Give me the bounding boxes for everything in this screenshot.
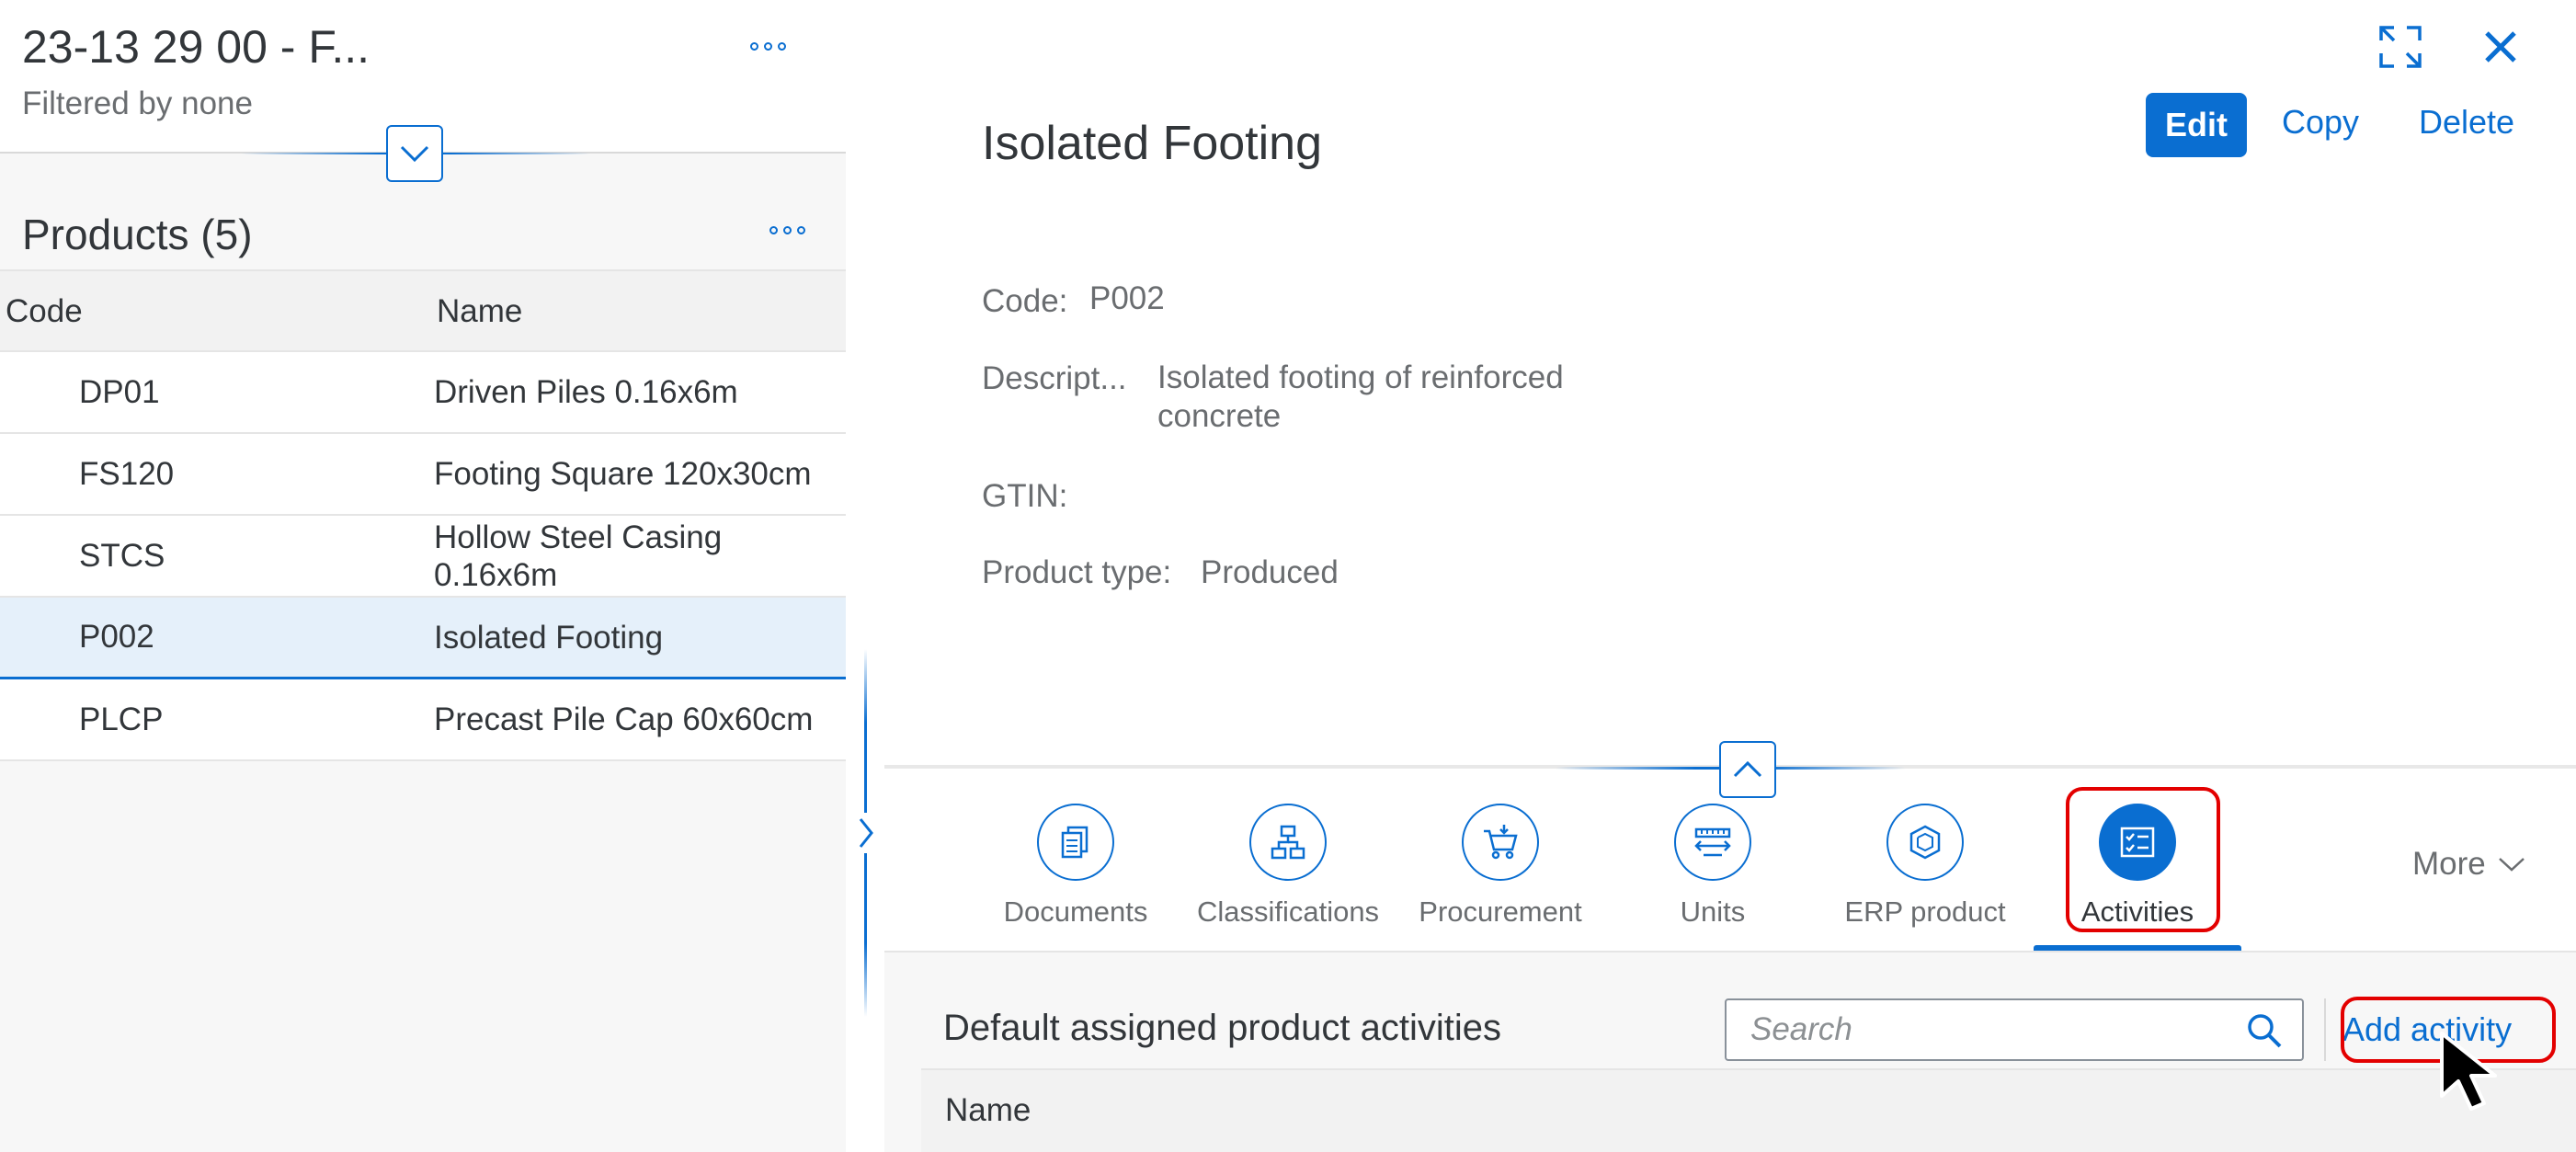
product-type-value: Produced <box>1201 554 1339 590</box>
documents-icon <box>1061 826 1089 859</box>
column-header-code: Code <box>6 293 83 329</box>
tab-label: Documents <box>1003 895 1148 928</box>
activities-table-header: Name <box>921 1068 2576 1152</box>
delete-button[interactable]: Delete <box>2419 103 2514 142</box>
search-icon[interactable] <box>2245 1011 2284 1050</box>
toolbar-separator <box>2324 998 2326 1061</box>
row-code: DP01 <box>79 373 160 410</box>
cart-icon <box>1484 825 1518 860</box>
table-row[interactable]: STCS Hollow Steel Casing 0.16x6m <box>0 516 846 598</box>
row-name: Footing Square 120x30cm <box>434 456 812 492</box>
tab-label: Classifications <box>1196 895 1380 928</box>
add-activity-highlight <box>2341 997 2556 1063</box>
tab-erp-product[interactable]: ERP product <box>1824 800 2026 947</box>
chevron-up-icon <box>1733 760 1762 778</box>
detail-title: Isolated Footing <box>982 117 1323 170</box>
chevron-down-icon <box>2498 858 2525 872</box>
header-collapse-button[interactable] <box>386 125 443 182</box>
description-value: Isolated footing of reinforced concrete <box>1157 359 1564 434</box>
chevron-down-icon <box>400 145 429 163</box>
tab-documents[interactable]: Documents <box>975 800 1177 947</box>
tab-label: Units <box>1680 895 1746 928</box>
master-title: 23-13 29 00 - F... <box>22 21 370 73</box>
tab-label: ERP product <box>1844 895 2006 928</box>
column-header-name: Name <box>437 293 523 329</box>
description-label: Descript... <box>982 360 1127 396</box>
activities-section: Default assigned product activities Add … <box>884 952 2576 1152</box>
products-overflow-icon[interactable] <box>769 226 805 234</box>
detail-pane: Isolated Footing Edit Copy Delete Code: … <box>884 0 2576 1152</box>
hierarchy-icon <box>1271 825 1305 860</box>
tab-label: Procurement <box>1419 895 1582 928</box>
table-row[interactable]: FS120 Footing Square 120x30cm <box>0 434 846 516</box>
edit-button[interactable]: Edit <box>2146 93 2247 157</box>
fullscreen-icon[interactable] <box>2377 24 2423 70</box>
tab-units[interactable]: Units <box>1612 800 1814 947</box>
table-header: Code Name <box>0 269 846 352</box>
row-code: STCS <box>79 537 165 574</box>
search-input[interactable] <box>1727 1000 2241 1059</box>
product-box-icon <box>1909 825 1941 860</box>
table-row[interactable]: DP01 Driven Piles 0.16x6m <box>0 352 846 434</box>
gtin-label: GTIN: <box>982 478 1068 514</box>
master-pane: 23-13 29 00 - F... Filtered by none Prod… <box>0 0 846 1152</box>
products-title: Products (5) <box>22 211 253 258</box>
code-value: P002 <box>1089 280 1165 316</box>
search-field[interactable] <box>1725 998 2304 1061</box>
row-name: Hollow Steel Casing 0.16x6m <box>434 519 723 593</box>
measure-icon <box>1694 827 1731 857</box>
product-type-label: Product type: <box>982 554 1172 590</box>
copy-button[interactable]: Copy <box>2282 103 2359 142</box>
activities-tab-highlight <box>2066 787 2220 932</box>
filter-status: Filtered by none <box>22 86 253 121</box>
row-code: FS120 <box>79 455 175 492</box>
code-label: Code: <box>982 283 1068 319</box>
more-label: More <box>2412 846 2486 882</box>
close-icon[interactable] <box>2479 26 2522 68</box>
column-header-name: Name <box>945 1092 1032 1128</box>
tab-classifications[interactable]: Classifications <box>1187 800 1389 947</box>
chevron-right-icon <box>859 818 873 848</box>
row-code: PLCP <box>79 701 164 737</box>
row-name: Isolated Footing <box>434 619 664 656</box>
row-name: Precast Pile Cap 60x60cm <box>434 701 814 737</box>
row-name: Driven Piles 0.16x6m <box>434 374 738 410</box>
products-table: Code Name DP01 Driven Piles 0.16x6m FS12… <box>0 269 846 761</box>
header-overflow-icon[interactable] <box>750 42 786 51</box>
table-row[interactable]: PLCP Precast Pile Cap 60x60cm <box>0 679 846 761</box>
tab-procurement[interactable]: Procurement <box>1399 800 1601 947</box>
table-row-selected[interactable]: P002 Isolated Footing <box>0 598 846 679</box>
more-tabs-button[interactable]: More <box>2412 846 2526 883</box>
row-code: P002 <box>79 619 154 655</box>
section-title: Default assigned product activities <box>943 1008 1501 1048</box>
pane-toggle-button[interactable] <box>853 813 879 853</box>
header-expand-button[interactable] <box>1719 741 1776 798</box>
